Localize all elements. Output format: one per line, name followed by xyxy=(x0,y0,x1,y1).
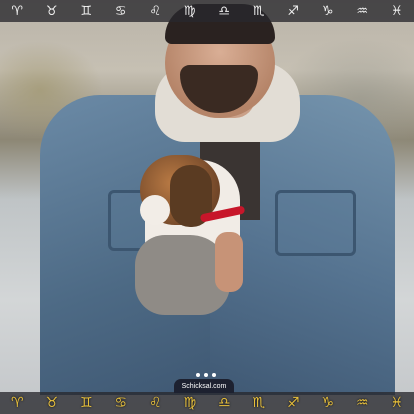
gemini-icon[interactable]: ♊ xyxy=(73,0,99,22)
taurus-gold-icon[interactable]: ♉ xyxy=(39,392,65,414)
aquarius-icon[interactable]: ♒ xyxy=(349,0,375,22)
pisces-gold-icon[interactable]: ♓ xyxy=(384,392,410,414)
libra-icon[interactable]: ♎ xyxy=(211,0,237,22)
scorpio-gold-icon[interactable]: ♏ xyxy=(246,392,272,414)
libra-gold-icon[interactable]: ♎ xyxy=(211,392,237,414)
cancer-gold-icon[interactable]: ♋ xyxy=(108,392,134,414)
zodiac-top-bar: ♈ ♉ ♊ ♋ ♌ ♍ ♎ ♏ ♐ ♑ ♒ ♓ xyxy=(0,0,414,22)
brand-logo[interactable]: Schicksal.com xyxy=(174,379,234,393)
gemini-gold-icon[interactable]: ♊ xyxy=(73,392,99,414)
aquarius-gold-icon[interactable]: ♒ xyxy=(349,392,375,414)
zodiac-bottom-bar: ♈ ♉ ♊ ♋ ♌ ♍ ♎ ♏ ♐ ♑ ♒ ♓ xyxy=(0,392,414,414)
photo-man-with-puppy xyxy=(0,0,414,414)
dot xyxy=(212,373,216,377)
capricorn-gold-icon[interactable]: ♑ xyxy=(315,392,341,414)
leo-gold-icon[interactable]: ♌ xyxy=(142,392,168,414)
capricorn-icon[interactable]: ♑ xyxy=(315,0,341,22)
chest-pocket-right xyxy=(275,190,356,256)
dot xyxy=(196,373,200,377)
pisces-icon[interactable]: ♓ xyxy=(384,0,410,22)
aries-icon[interactable]: ♈ xyxy=(4,0,30,22)
leo-icon[interactable]: ♌ xyxy=(142,0,168,22)
aries-gold-icon[interactable]: ♈ xyxy=(4,392,30,414)
virgo-icon[interactable]: ♍ xyxy=(177,0,203,22)
sagittarius-icon[interactable]: ♐ xyxy=(280,0,306,22)
scorpio-icon[interactable]: ♏ xyxy=(246,0,272,22)
hand xyxy=(215,232,243,292)
sagittarius-gold-icon[interactable]: ♐ xyxy=(280,392,306,414)
cancer-icon[interactable]: ♋ xyxy=(108,0,134,22)
puppy-muzzle xyxy=(140,195,170,225)
dot xyxy=(204,373,208,377)
virgo-gold-icon[interactable]: ♍ xyxy=(177,392,203,414)
taurus-icon[interactable]: ♉ xyxy=(39,0,65,22)
